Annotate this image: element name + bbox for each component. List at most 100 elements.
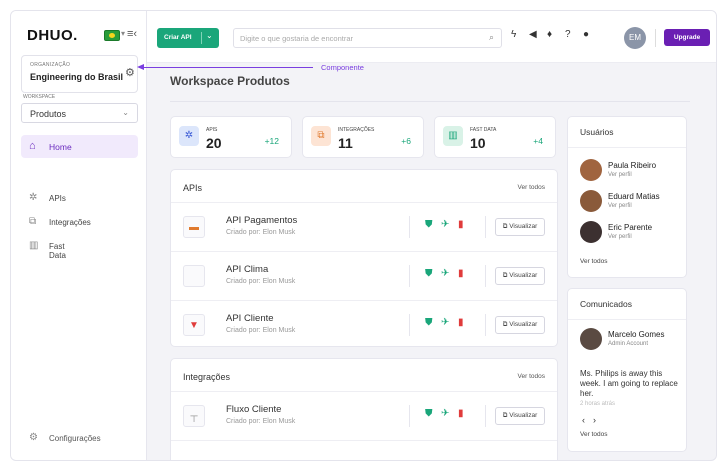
stat-label: APIS <box>206 127 218 133</box>
user-avatar[interactable]: EM <box>624 27 646 49</box>
app-window: DHUO. ▾ ≡‹ ORGANIZAÇÃO Engineering do Br… <box>10 10 717 461</box>
workspace-label: WORKSPACE <box>23 94 56 100</box>
search-box[interactable]: ⌕ <box>233 28 502 48</box>
see-all-link[interactable]: Ver todos <box>580 258 607 265</box>
help-icon[interactable]: ? <box>565 29 571 40</box>
fast-data-icon: ▥ <box>443 126 463 146</box>
list-item[interactable] <box>171 440 557 460</box>
divider <box>409 216 410 238</box>
integrations-card: Integrações Ver todos ┬ Fluxo Cliente Cr… <box>170 358 558 460</box>
see-all-link[interactable]: Ver todos <box>518 184 545 191</box>
announcement-message: Ms. Philips is away this week. I am goin… <box>580 369 678 398</box>
stat-value: 10 <box>470 135 486 151</box>
rocket-icon[interactable]: ✈ <box>441 219 449 230</box>
user-name: Eric Parente <box>608 223 653 232</box>
create-api-label: Criar API <box>164 34 192 41</box>
search-input[interactable] <box>240 32 480 45</box>
notification-icon[interactable]: ● <box>583 29 589 40</box>
view-button[interactable]: ⧉ Visualizar <box>495 218 545 236</box>
shield-icon[interactable]: ⛊ <box>425 219 433 230</box>
annotation-line <box>139 67 313 68</box>
divider <box>485 405 486 427</box>
stat-label: INTEGRAÇÕES <box>338 127 375 133</box>
stat-card-integracoes[interactable]: ⧉ INTEGRAÇÕES 11 +6 <box>302 116 424 158</box>
list-item[interactable]: ▼ API Cliente Criado por: Elon Musk ⛊ ✈ … <box>171 300 557 349</box>
gear-icon: ⚙ <box>29 432 38 443</box>
stat-card-apis[interactable]: ✲ APIS 20 +12 <box>170 116 292 158</box>
view-profile-link[interactable]: Ver perfil <box>608 172 632 178</box>
user-name: Eduard Matias <box>608 192 660 201</box>
divider <box>568 147 686 148</box>
apis-card: APIs Ver todos ▬ API Pagamentos Criado p… <box>170 169 558 347</box>
list-item[interactable]: ┬ Fluxo Cliente Criado por: Elon Musk ⛊ … <box>171 391 557 440</box>
avatar <box>580 190 602 212</box>
rocket-icon[interactable]: ✈ <box>441 268 449 279</box>
list-item[interactable]: API Clima Criado por: Elon Musk ⛊ ✈ ▮ ⧉ … <box>171 251 557 300</box>
view-profile-link[interactable]: Ver perfil <box>608 234 632 240</box>
trash-icon[interactable]: ▮ <box>458 268 464 279</box>
collapse-menu-icon[interactable]: ≡‹ <box>127 28 137 40</box>
megaphone-icon[interactable]: ◀ <box>529 29 537 40</box>
chevron-down-icon[interactable]: ⌄ <box>206 31 213 40</box>
stat-value: 11 <box>338 135 353 151</box>
divider <box>485 216 486 238</box>
sidebar-item-label: Home <box>49 142 72 152</box>
shield-icon[interactable]: ⛊ <box>425 408 433 419</box>
brazil-flag-icon[interactable] <box>104 30 120 41</box>
trash-icon[interactable]: ▮ <box>458 408 464 419</box>
list-item[interactable]: ▬ API Pagamentos Criado por: Elon Musk ⛊… <box>171 202 557 251</box>
shield-icon[interactable]: ⛊ <box>425 317 433 328</box>
create-api-button[interactable]: Criar API ⌄ <box>157 28 219 48</box>
item-creator: Criado por: Elon Musk <box>226 327 296 334</box>
search-icon[interactable]: ⌕ <box>489 32 494 43</box>
see-all-link[interactable]: Ver todos <box>580 431 607 438</box>
divider <box>201 32 202 44</box>
trash-icon[interactable]: ▮ <box>458 219 464 230</box>
sidebar-item-label: Configurações <box>49 434 101 443</box>
stat-delta: +6 <box>401 136 411 146</box>
page-title: Workspace Produtos <box>170 74 290 88</box>
view-label: Visualizar <box>509 272 538 279</box>
avatar <box>580 328 602 350</box>
api-icon: ✲ <box>29 192 38 203</box>
bolt-icon[interactable]: ϟ <box>511 29 516 40</box>
view-button[interactable]: ⧉ Visualizar <box>495 407 545 425</box>
announcements-card: Comunicados Marcelo Gomes Admin Account … <box>567 288 687 452</box>
view-label: Visualizar <box>509 412 538 419</box>
upgrade-button[interactable]: Upgrade <box>664 29 710 46</box>
divider <box>170 101 690 102</box>
chevron-right-icon[interactable]: › <box>593 415 596 425</box>
gear-icon[interactable]: ⚙ <box>125 66 135 79</box>
item-name: API Clima <box>226 264 269 275</box>
view-profile-link[interactable]: Ver perfil <box>608 203 632 209</box>
sidebar-item-label: Fast Data <box>49 242 66 260</box>
api-thumbnail: ▬ <box>183 216 205 238</box>
users-card: Usuários Paula Ribeiro Ver perfil Eduard… <box>567 116 687 278</box>
chevron-left-icon[interactable]: ‹ <box>582 415 585 425</box>
stat-label: FAST DATA <box>470 127 497 133</box>
graduation-cap-icon[interactable]: ♦ <box>547 29 552 40</box>
see-all-link[interactable]: Ver todos <box>518 373 545 380</box>
org-name: Engineering do Brasil <box>30 72 124 82</box>
avatar <box>580 159 602 181</box>
workspace-select[interactable]: Produtos ⌄ <box>21 103 138 123</box>
trash-icon[interactable]: ▮ <box>458 317 464 328</box>
annotation-label: Componente <box>321 63 364 72</box>
view-label: Visualizar <box>509 223 538 230</box>
rocket-icon[interactable]: ✈ <box>441 317 449 328</box>
sidebar-item-home[interactable]: ⌂ Home <box>21 135 138 158</box>
api-icon: ✲ <box>179 126 199 146</box>
rocket-icon[interactable]: ✈ <box>441 408 449 419</box>
sidebar: DHUO. ▾ ≡‹ ORGANIZAÇÃO Engineering do Br… <box>11 11 147 460</box>
organization-selector[interactable]: ORGANIZAÇÃO Engineering do Brasil ⚙ <box>21 55 138 93</box>
integration-icon: ⧉ <box>29 216 37 227</box>
card-title: APIs <box>183 183 203 193</box>
org-label: ORGANIZAÇÃO <box>30 62 71 68</box>
shield-icon[interactable]: ⛊ <box>425 268 433 279</box>
view-button[interactable]: ⧉ Visualizar <box>495 267 545 285</box>
item-name: API Pagamentos <box>226 215 298 226</box>
divider <box>409 265 410 287</box>
view-button[interactable]: ⧉ Visualizar <box>495 316 545 334</box>
stat-card-fast-data[interactable]: ▥ FAST DATA 10 +4 <box>434 116 556 158</box>
user-name: Paula Ribeiro <box>608 161 657 170</box>
